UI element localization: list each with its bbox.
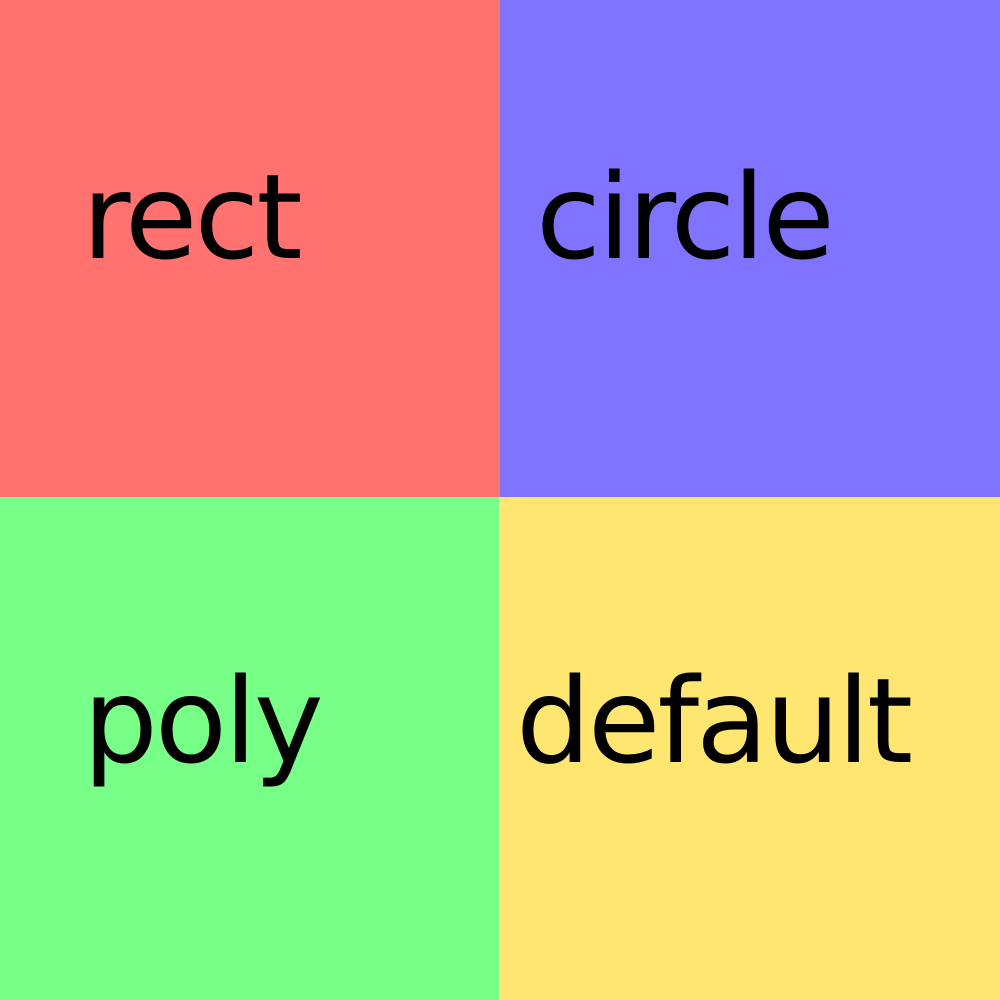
default-area[interactable]: default [499,497,1000,1000]
circle-area[interactable]: circle [500,0,1000,497]
poly-label: poly [83,652,324,790]
circle-label: circle [536,148,835,286]
rect-area[interactable]: rect [0,0,500,497]
poly-area[interactable]: poly [0,497,499,1000]
image-map-grid: rect circle poly default [0,0,1000,1000]
rect-label: rect [82,148,303,286]
default-label: default [516,652,913,790]
